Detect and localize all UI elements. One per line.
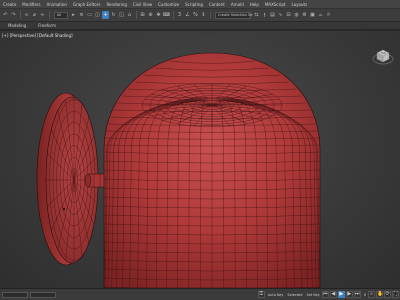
play-icon[interactable]: ▶ <box>337 291 345 298</box>
menu-item-layouts[interactable]: Layouts <box>288 0 310 9</box>
reference-coordinate-icon[interactable]: ⊞ <box>139 11 146 19</box>
spinner-snap-icon[interactable]: ⇕ <box>200 11 207 19</box>
selected-dropdown[interactable]: Selected <box>287 293 302 297</box>
menu-item-help[interactable]: Help <box>247 0 262 9</box>
lock-icon[interactable]: ⚿ <box>257 291 265 298</box>
menu-item-create[interactable]: Create <box>0 0 19 9</box>
menu-item-scripting[interactable]: Scripting <box>182 0 206 9</box>
pan-icon[interactable]: ✋ <box>376 291 383 298</box>
perspective-viewport[interactable]: [+] [Perspective] [Default Shading] TOP <box>0 31 400 288</box>
menu-item-rendering[interactable]: Rendering <box>103 0 129 9</box>
previous-frame-icon[interactable]: ◀ <box>329 291 337 298</box>
selection-filter-dropdown[interactable]: All <box>54 11 68 19</box>
redo-icon[interactable]: ↷ <box>10 11 17 19</box>
curve-editor-icon[interactable]: ∿ <box>277 11 284 19</box>
angle-snap-icon[interactable]: ∠ <box>184 11 191 19</box>
render-setup-icon[interactable]: ⚙ <box>301 11 308 19</box>
maximize-viewport-icon[interactable]: ⛶ <box>392 291 399 298</box>
undo-icon[interactable]: ↶ <box>2 11 9 19</box>
mirror-icon[interactable]: ⇆ <box>253 11 260 19</box>
pivot-center-icon[interactable]: ⊕ <box>147 11 154 19</box>
select-and-rotate-icon[interactable]: ↻ <box>110 11 117 19</box>
dome-body-mesh[interactable] <box>103 52 321 288</box>
rendered-frame-icon[interactable]: ▣ <box>309 11 316 19</box>
menu-item-content[interactable]: Content <box>206 0 228 9</box>
toolbar-separator <box>210 11 211 19</box>
menu-item-arnold[interactable]: Arnold <box>228 0 247 9</box>
snaps-toggle-icon[interactable]: 3 <box>176 11 183 19</box>
named-selection-sets-dropdown[interactable]: Create Selection Se <box>215 11 252 19</box>
render-iterative-icon[interactable]: ☼ <box>325 11 332 19</box>
keyboard-shortcut-icon[interactable]: ⌨ <box>163 11 170 19</box>
select-and-place-icon[interactable]: ⌂ <box>126 11 133 19</box>
toolbar-separator <box>49 11 50 19</box>
select-by-name-icon[interactable]: ≡ <box>78 11 85 19</box>
maxscript-listener-field[interactable] <box>2 291 28 298</box>
go-to-start-icon[interactable]: ⏮ <box>321 291 329 298</box>
percent-snap-icon[interactable]: % <box>192 11 199 19</box>
ribbon-tabs: Modeling Freeform <box>0 22 400 30</box>
menu-item-civil-view[interactable]: Civil View <box>130 0 155 9</box>
toolbar-separator <box>20 11 21 19</box>
menu-item-graph-editors[interactable]: Graph Editors <box>70 0 103 9</box>
set-key-label[interactable]: Set Key <box>307 293 320 297</box>
rectangular-selection-icon[interactable]: ▭ <box>86 11 93 19</box>
select-and-scale-icon[interactable]: ◱ <box>118 11 125 19</box>
menu-item-maxscript[interactable]: MAXScript <box>262 0 289 9</box>
unlink-icon[interactable]: ⌀ <box>31 11 38 19</box>
select-manipulate-icon[interactable]: ✥ <box>155 11 162 19</box>
auto-key-label[interactable]: Auto Key <box>268 293 284 297</box>
viewcube-face-label: TOP <box>380 51 386 55</box>
material-editor-icon[interactable]: ◍ <box>293 11 300 19</box>
toolbar-separator <box>173 11 174 19</box>
viewport-label[interactable]: [+] [Perspective] [Default Shading] <box>2 33 73 38</box>
ribbon-tab-freeform[interactable]: Freeform <box>32 22 62 30</box>
layer-explorer-icon[interactable]: ▤ <box>269 11 276 19</box>
zoom-icon[interactable]: ⌕ <box>368 291 375 298</box>
select-object-icon[interactable]: ▸ <box>70 11 77 19</box>
select-and-move-icon[interactable]: ✛ <box>102 11 109 19</box>
align-icon[interactable]: ⫾ <box>261 11 268 19</box>
menu-item-modifiers[interactable]: Modifiers <box>19 0 43 9</box>
maxscript-output-field[interactable] <box>30 291 56 298</box>
status-bar: ⚿ Auto Key Selected Set Key ⏮ ◀ ▶ ▶ ⏭ 0 … <box>0 288 400 300</box>
menu-item-animation[interactable]: Animation <box>44 0 70 9</box>
menu-item-customize[interactable]: Customize <box>155 0 182 9</box>
link-icon[interactable]: ∞ <box>23 11 30 19</box>
ribbon-tab-modeling[interactable]: Modeling <box>2 22 32 30</box>
schematic-view-icon[interactable]: ⊟ <box>285 11 292 19</box>
bind-space-warp-icon[interactable]: ≈ <box>39 11 46 19</box>
go-to-end-icon[interactable]: ⏭ <box>353 291 361 298</box>
menu-bar: Create Modifiers Animation Graph Editors Ren… <box>0 0 400 9</box>
viewcube[interactable]: TOP <box>372 45 394 67</box>
current-frame-field[interactable]: 0 <box>364 293 366 297</box>
toolbar-separator <box>136 11 137 19</box>
disc-hole <box>62 207 66 211</box>
next-frame-icon[interactable]: ▶ <box>345 291 353 298</box>
render-production-icon[interactable]: ☕ <box>317 11 324 19</box>
scene-canvas[interactable] <box>0 31 400 288</box>
orbit-icon[interactable]: ⟳ <box>384 291 391 298</box>
window-crossing-icon[interactable]: ◫ <box>94 11 101 19</box>
main-toolbar: ↶ ↷ ∞ ⌀ ≈ All ▸ ≡ ▭ ◫ ✛ ↻ ◱ ⌂ ⊞ ⊕ ✥ ⌨ 3 … <box>0 9 400 22</box>
